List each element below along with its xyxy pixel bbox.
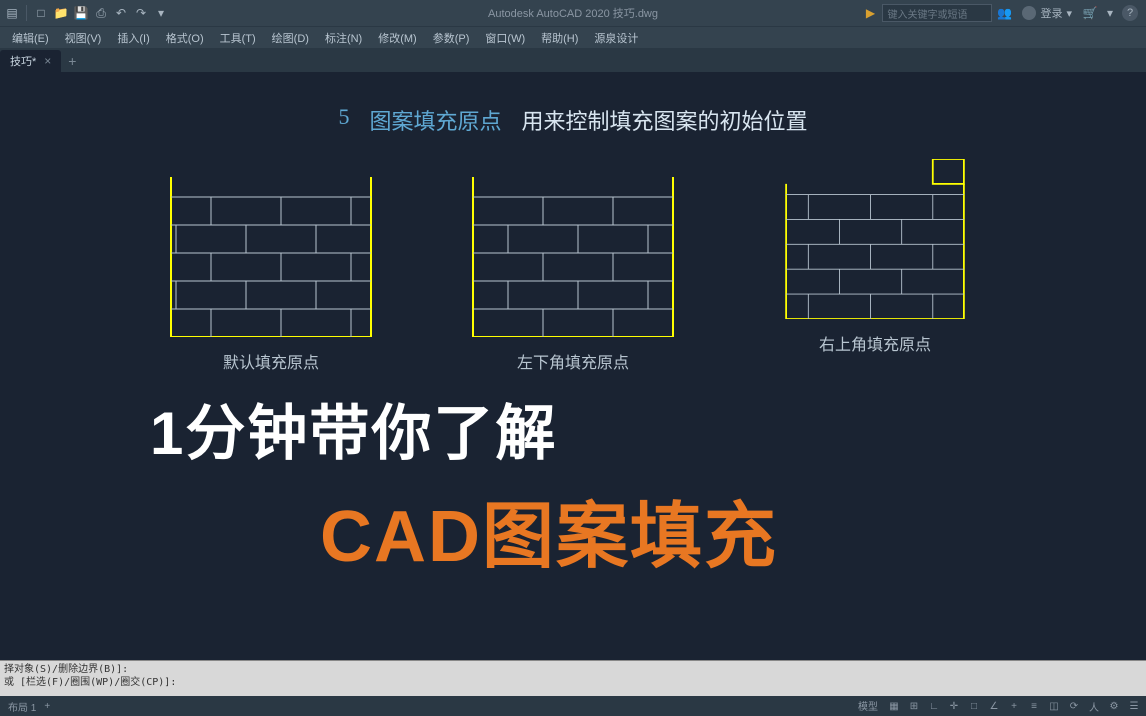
command-line[interactable]: 择对象(S)/删除边界(B)]: 或 [栏选(F)/圈围(WP)/圈交(CP)]… xyxy=(0,660,1146,696)
brick-pattern-default xyxy=(161,177,381,337)
heading-white: 用来控制填充图案的初始位置 xyxy=(522,104,808,136)
file-tabbar: 技巧* × + xyxy=(0,48,1146,72)
menu-help[interactable]: 帮助(H) xyxy=(533,30,586,46)
drawing-canvas[interactable]: 5 图案填充原点 用来控制填充图案的初始位置 xyxy=(0,72,1146,660)
pattern-label: 右上角填充原点 xyxy=(819,331,931,355)
quick-access-toolbar: ▤ □ 📁 💾 ⎙ ↶ ↷ ▾ xyxy=(0,5,169,21)
new-icon[interactable]: □ xyxy=(33,5,49,21)
menu-parametric[interactable]: 参数(P) xyxy=(425,30,478,46)
saveas-icon[interactable]: ⎙ xyxy=(93,5,109,21)
menu-window[interactable]: 窗口(W) xyxy=(477,30,533,46)
cmd-line2: 或 [栏选(F)/圈围(WP)/圈交(CP)]: xyxy=(4,676,1142,689)
help-icon[interactable]: ? xyxy=(1122,5,1138,21)
ortho-icon[interactable]: ∟ xyxy=(926,698,942,714)
app-menu-icon[interactable]: ▤ xyxy=(4,5,20,21)
pattern-default: 默认填充原点 xyxy=(161,177,381,373)
cart-icon[interactable]: 🛒 xyxy=(1082,5,1098,21)
heading-blue: 图案填充原点 xyxy=(369,104,501,136)
search-input[interactable]: 键入关键字或短语 xyxy=(882,4,992,22)
lwt-icon[interactable]: ≡ xyxy=(1026,698,1042,714)
save-icon[interactable]: 💾 xyxy=(73,5,89,21)
dropdown-icon[interactable]: ▾ xyxy=(1102,5,1118,21)
brick-pattern-topright xyxy=(765,159,985,319)
arrow-icon[interactable]: ▶ xyxy=(862,5,878,21)
drawing-heading: 5 图案填充原点 用来控制填充图案的初始位置 xyxy=(338,104,807,136)
otrack-icon[interactable]: ∠ xyxy=(986,698,1002,714)
menu-edit[interactable]: 编辑(E) xyxy=(4,30,57,46)
menubar: 编辑(E) 视图(V) 插入(I) 格式(O) 工具(T) 绘图(D) 标注(N… xyxy=(0,26,1146,48)
titlebar-right: ▶ 键入关键字或短语 👥 登录 ▾ 🛒 ▾ ? xyxy=(862,4,1146,22)
file-tab-active[interactable]: 技巧* × xyxy=(0,50,61,72)
osnap-icon[interactable]: □ xyxy=(966,698,982,714)
file-tab-label: 技巧* xyxy=(10,53,36,69)
menu-insert[interactable]: 插入(I) xyxy=(109,30,157,46)
pattern-row: 默认填充原点 左下 xyxy=(0,177,1146,373)
new-tab-button[interactable]: + xyxy=(61,50,83,72)
redo-icon[interactable]: ↷ xyxy=(133,5,149,21)
heading-number: 5 xyxy=(338,104,349,136)
user-icon xyxy=(1022,6,1036,20)
workspace-icon[interactable]: ⚙ xyxy=(1106,698,1122,714)
qat-dropdown-icon[interactable]: ▾ xyxy=(153,5,169,21)
annotation-icon[interactable]: 人 xyxy=(1086,698,1102,714)
pattern-label: 左下角填充原点 xyxy=(517,349,629,373)
dyn-icon[interactable]: + xyxy=(1006,698,1022,714)
pattern-label: 默认填充原点 xyxy=(223,349,319,373)
polar-icon[interactable]: ✛ xyxy=(946,698,962,714)
menu-icon[interactable]: ☰ xyxy=(1126,698,1142,714)
menu-view[interactable]: 视图(V) xyxy=(57,30,110,46)
open-icon[interactable]: 📁 xyxy=(53,5,69,21)
chevron-down-icon: ▾ xyxy=(1066,7,1072,20)
menu-draw[interactable]: 绘图(D) xyxy=(264,30,317,46)
cycling-icon[interactable]: ⟳ xyxy=(1066,698,1082,714)
search-icon[interactable]: 👥 xyxy=(996,5,1012,21)
pattern-topright: 右上角填充原点 xyxy=(765,177,985,373)
close-icon[interactable]: × xyxy=(44,54,51,68)
menu-format[interactable]: 格式(O) xyxy=(158,30,212,46)
pattern-bottomleft: 左下角填充原点 xyxy=(463,177,683,373)
overlay-line1: 1分钟带你了解 xyxy=(150,385,778,472)
layout-tab[interactable]: 布局 1 xyxy=(4,699,40,714)
transparency-icon[interactable]: ◫ xyxy=(1046,698,1062,714)
login-button[interactable]: 登录 ▾ xyxy=(1016,5,1078,21)
menu-dimension[interactable]: 标注(N) xyxy=(317,30,370,46)
titlebar: ▤ □ 📁 💾 ⎙ ↶ ↷ ▾ Autodesk AutoCAD 2020 技巧… xyxy=(0,0,1146,26)
grid-icon[interactable]: ▦ xyxy=(886,698,902,714)
model-button[interactable]: 模型 xyxy=(854,698,882,714)
plus-icon[interactable]: + xyxy=(40,701,54,712)
undo-icon[interactable]: ↶ xyxy=(113,5,129,21)
overlay-line2: CAD图案填充 xyxy=(320,477,778,582)
app-title: Autodesk AutoCAD 2020 技巧.dwg xyxy=(488,5,658,21)
snap-icon[interactable]: ⊞ xyxy=(906,698,922,714)
cmd-line1: 择对象(S)/删除边界(B)]: xyxy=(4,663,1142,676)
status-icons: 模型 ▦ ⊞ ∟ ✛ □ ∠ + ≡ ◫ ⟳ 人 ⚙ ☰ xyxy=(854,698,1142,714)
brick-pattern-bottomleft xyxy=(463,177,683,337)
menu-tools[interactable]: 工具(T) xyxy=(212,30,264,46)
statusbar: 布局 1 + 模型 ▦ ⊞ ∟ ✛ □ ∠ + ≡ ◫ ⟳ 人 ⚙ ☰ xyxy=(0,696,1146,716)
menu-yuanquan[interactable]: 源泉设计 xyxy=(586,30,646,46)
menu-modify[interactable]: 修改(M) xyxy=(370,30,425,46)
video-overlay-text: 1分钟带你了解 CAD图案填充 xyxy=(150,385,778,582)
